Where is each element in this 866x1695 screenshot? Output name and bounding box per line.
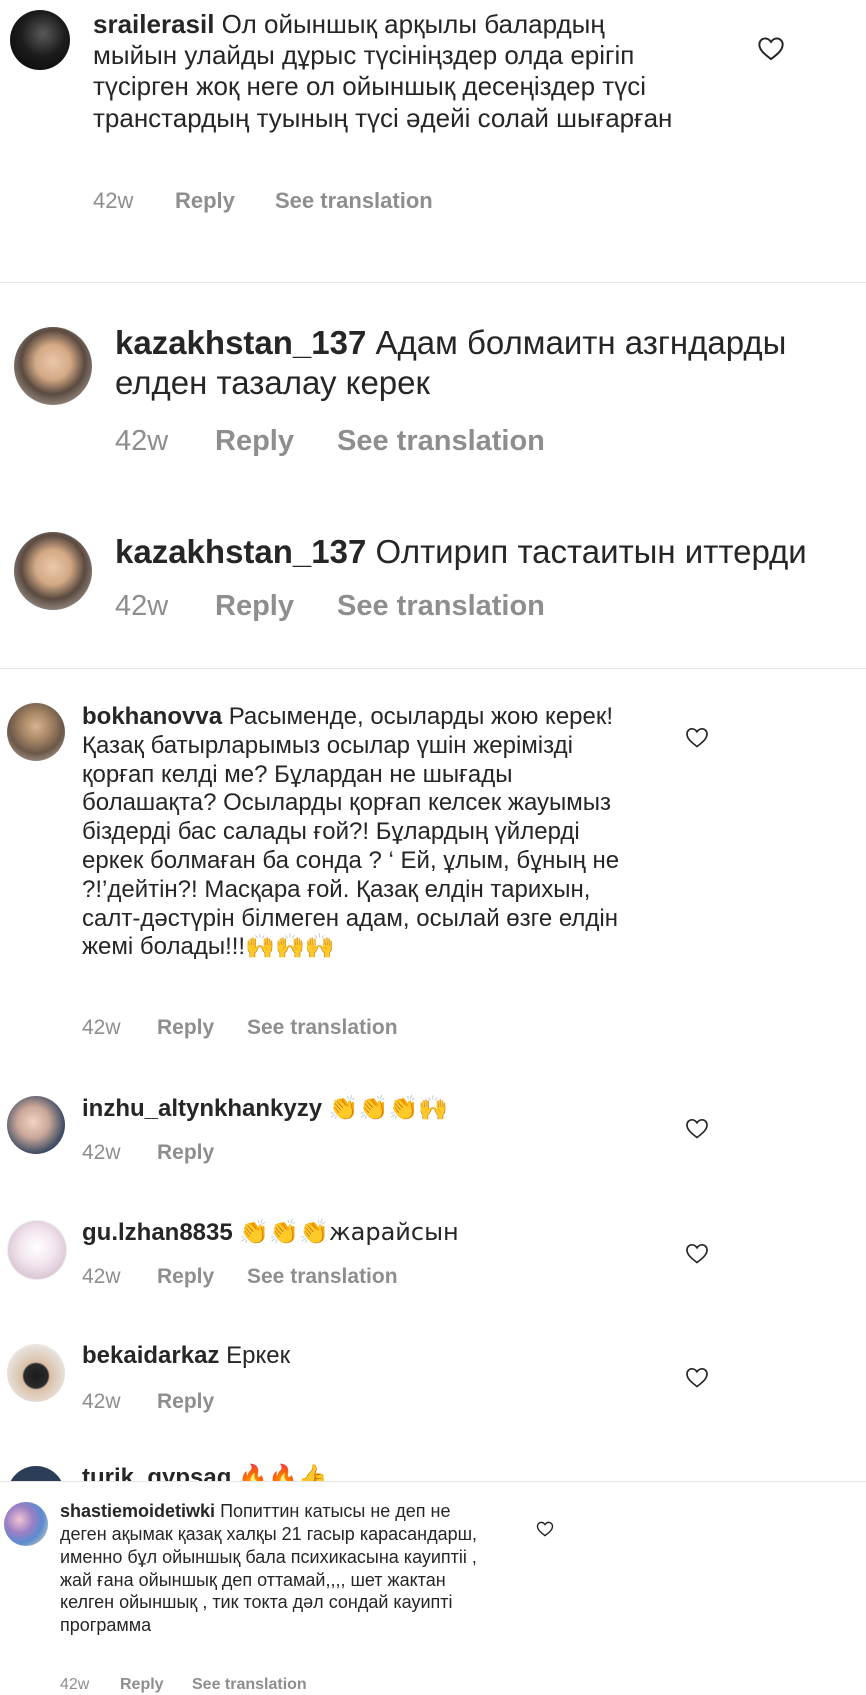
comment-cropped: turik_qypsaq 🔥🔥👍 [0,1440,866,1481]
comment-text: 🔥🔥👍 [238,1463,328,1481]
comment-meta: 42w Reply [82,1390,214,1414]
see-translation-button[interactable]: See translation [247,1265,398,1289]
username[interactable]: bokhanovva [82,703,222,730]
comment-text: 👏👏👏🙌 [328,1094,449,1122]
comment-text: Еркек [226,1342,291,1369]
heart-outline-icon[interactable] [685,1242,709,1264]
timestamp: 42w [60,1676,90,1693]
reply-button[interactable]: Reply [215,590,337,623]
timestamp: 42w [82,1141,121,1164]
username[interactable]: turik_qypsaq [82,1464,231,1481]
timestamp: 42w [82,1265,121,1288]
comment-text-block: gu.lzhan8835 👏👏👏жарайсын [82,1218,642,1248]
comment-meta: 42w Reply See translation [82,1265,398,1289]
comment-text-block: bokhanovva Расыменде, осыларды жою керек… [82,703,622,962]
heart-outline-icon[interactable] [757,35,785,61]
see-translation-button[interactable]: See translation [275,188,433,214]
screenshot-divider [0,1481,866,1482]
comment-text-block: kazakhstan_137 Адам болмаитн азгндарды е… [115,323,855,402]
comment-meta: 42w Reply See translation [93,188,433,214]
username[interactable]: kazakhstan_137 [115,533,366,570]
heart-outline-icon[interactable] [685,1117,709,1139]
avatar[interactable] [7,1096,65,1154]
comment-text: 👏👏👏жарайсын [239,1218,459,1246]
timestamp: 42w [115,590,169,622]
comment-text-block: shastiemoidetiwki Попиттин катысы не деп… [60,1500,500,1637]
timestamp: 42w [115,425,169,457]
avatar[interactable] [7,1466,65,1481]
comment-text: Олтирип тастаитын иттерди [375,533,807,570]
comment-text-block: srailerasil Ол ойыншық арқылы балардың м… [93,9,683,134]
heart-outline-icon[interactable] [685,726,709,748]
comment-text: Попиттин катысы не деп не деген ақымак қ… [60,1501,478,1636]
reply-button[interactable]: Reply [215,425,337,458]
avatar[interactable] [7,703,65,761]
screenshot-divider [0,668,866,669]
see-translation-button[interactable]: See translation [337,590,545,623]
comment-meta: 42w Reply See translation [115,425,545,458]
avatar[interactable] [4,1502,48,1546]
heart-outline-icon[interactable] [685,1366,709,1388]
see-translation-button[interactable]: See translation [192,1676,307,1694]
avatar[interactable] [7,1344,65,1402]
username[interactable]: kazakhstan_137 [115,324,366,361]
screenshot-divider [0,282,866,283]
reply-button[interactable]: Reply [175,188,275,214]
username[interactable]: bekaidarkaz [82,1342,219,1369]
timestamp: 42w [82,1016,121,1039]
comment-text-block: kazakhstan_137 Олтирип тастаитын иттерди [115,532,865,572]
avatar[interactable] [7,1220,67,1280]
avatar[interactable] [14,327,92,405]
username[interactable]: srailerasil [93,9,214,39]
see-translation-button[interactable]: See translation [337,425,545,458]
username[interactable]: gu.lzhan8835 [82,1219,233,1246]
timestamp: 42w [93,188,134,213]
username[interactable]: inzhu_altynkhankyzy [82,1095,322,1122]
reply-button[interactable]: Reply [157,1016,247,1040]
comment-text-block: bekaidarkaz Еркек [82,1342,642,1371]
comment-text-block: inzhu_altynkhankyzy 👏👏👏🙌 [82,1094,642,1124]
timestamp: 42w [82,1390,121,1413]
reply-button[interactable]: Reply [120,1676,192,1694]
comment-meta: 42w Reply [82,1141,214,1165]
reply-button[interactable]: Reply [157,1390,214,1414]
comment-meta: 42w Reply See translation [82,1016,398,1040]
comment-text-block: turik_qypsaq 🔥🔥👍 [82,1463,642,1481]
avatar[interactable] [10,10,70,70]
reply-button[interactable]: Reply [157,1265,247,1289]
comment-meta: 42w Reply See translation [115,590,545,623]
comment-meta: 42w Reply See translation [60,1676,307,1694]
see-translation-button[interactable]: See translation [247,1016,398,1040]
reply-button[interactable]: Reply [157,1141,214,1165]
comment-text: Расыменде, осыларды жою керек! Қазақ бат… [82,703,620,961]
avatar[interactable] [14,532,92,610]
username[interactable]: shastiemoidetiwki [60,1501,215,1521]
heart-outline-icon[interactable] [536,1520,554,1537]
